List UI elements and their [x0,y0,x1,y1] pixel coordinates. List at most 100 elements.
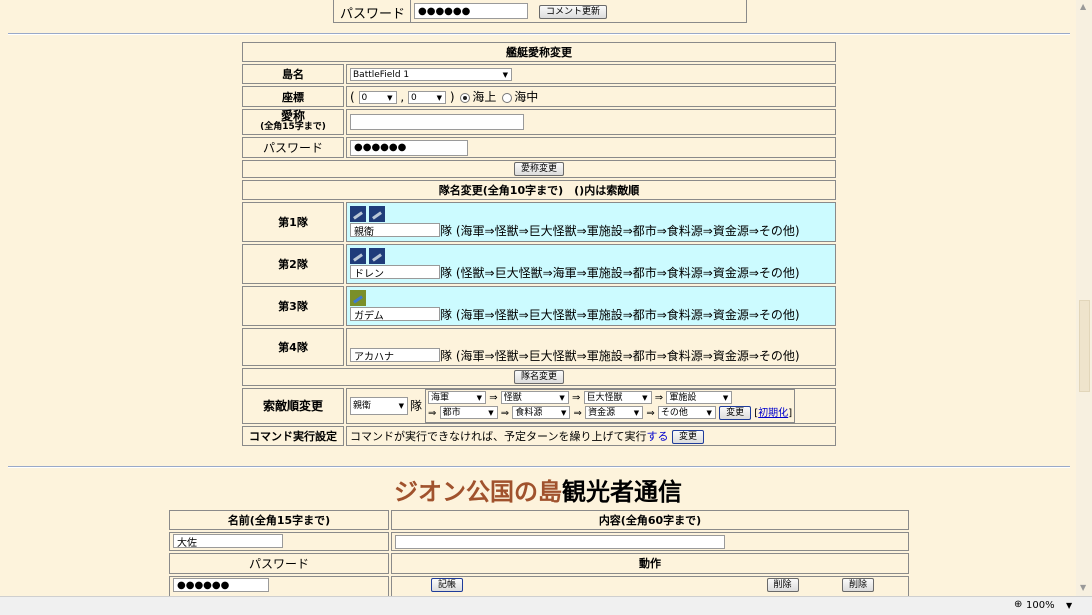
scroll-thumb[interactable] [1079,300,1090,392]
fleet-2-order: (怪獣⇒巨大怪獣⇒海軍⇒軍施設⇒都市⇒食料源⇒資金源⇒その他) [455,265,800,280]
ship-icon [350,289,366,306]
fleet-3-label: 第3隊 [242,286,344,326]
island-select[interactable]: BattleField 1 ▼ [350,67,512,81]
island-label: 島名 [242,64,344,84]
fleet-name-change-button[interactable]: 隊名変更 [513,370,564,384]
content-header: 内容(全角60字まで) [391,510,909,530]
fleet-4-name-input[interactable] [350,348,440,362]
search-order-suffix: 隊 [410,399,423,414]
coord-open-paren: ( [350,90,355,104]
tourist-password-input[interactable] [173,578,269,592]
status-bar: ⊕ 100% ▼ [0,596,1092,615]
ship-icon [350,205,366,222]
name-header: 名前(全角15字まで) [169,510,389,530]
nickname-change-button[interactable]: 愛称変更 [513,162,564,176]
fleet-3-order: (海軍⇒怪獣⇒巨大怪獣⇒軍施設⇒都市⇒食料源⇒資金源⇒その他) [455,307,800,322]
vertical-scrollbar[interactable]: ▲ ▼ [1076,0,1092,596]
rename-header: 艦艇愛称変更 [242,42,836,62]
arrow-label: ⇒ [571,392,581,404]
top-password-bar: パスワード コメント更新 [333,0,747,23]
arrow-label: ⇒ [573,407,582,419]
action-header: 動作 [391,552,909,574]
delete-button[interactable]: 削除 [766,577,799,592]
order-slot-8[interactable]: その他 ▼ [657,406,716,419]
divider-top [8,33,1070,35]
coord-x-select[interactable]: 0 ▼ [358,91,397,104]
coord-y-select[interactable]: 0 ▼ [408,91,446,104]
order-slot-2[interactable]: 怪獣 ▼ [500,391,569,404]
search-order-change-button[interactable]: 変更 [719,405,752,420]
tourist-title-island: ジオン公国の島 [394,478,562,506]
zoom-icon: ⊕ [1014,599,1023,610]
scroll-down-icon[interactable]: ▼ [1080,583,1086,592]
arrow-label: ⇒ [646,407,655,419]
radio-sea-surface[interactable] [460,92,471,103]
fleet-header: 隊名変更(全角10字まで) ()内は索敵順 [242,180,836,200]
arrow-label: ⇒ [654,392,664,404]
fleet-suffix: 隊 [440,223,453,238]
command-label: コマンド実行設定 [242,425,344,446]
delete-button-2[interactable]: 削除 [842,577,875,592]
chevron-down-icon: ▼ [436,94,442,102]
order-slot-5[interactable]: 都市 ▼ [439,406,498,419]
arrow-label: ⇒ [500,407,510,419]
tourist-form-table: 名前(全角15字まで) 内容(全角60字まで) パスワード 動作 記帳 削除 削… [167,508,911,602]
reset-close: ] [788,407,793,419]
fleet-suffix: 隊 [440,348,453,363]
order-slot-3[interactable]: 巨大怪獣 ▼ [583,391,652,404]
fleet-4-label: 第4隊 [242,328,344,366]
fleet-1-name-input[interactable] [350,223,440,237]
sea-surface-label: 海上 [472,90,497,104]
ship-icon [369,247,385,264]
rename-password-input[interactable] [350,139,468,156]
arrow-label: ⇒ [489,392,498,404]
order-slot-4[interactable]: 軍施設 ▼ [666,391,733,404]
chevron-down-icon: ▼ [387,94,393,102]
ship-icon [350,247,366,264]
top-password-input[interactable] [414,3,528,19]
order-slot-1[interactable]: 海軍 ▼ [428,391,487,404]
tourist-content-input[interactable] [395,534,725,549]
chevron-down-icon: ▼ [502,70,508,79]
fleet-suffix: 隊 [440,307,453,322]
nickname-label: 愛称 [280,109,305,123]
sign-button[interactable]: 記帳 [431,577,464,592]
fleet-1-label: 第1隊 [242,202,344,242]
tourist-name-input[interactable] [173,534,283,548]
tourist-title: ジオン公国の島観光者通信 [0,472,1076,507]
coord-label: 座標 [242,86,344,107]
fleet-4-order: (海軍⇒怪獣⇒巨大怪獣⇒軍施設⇒都市⇒食料源⇒資金源⇒その他) [455,348,800,363]
order-slot-7[interactable]: 資金源 ▼ [585,406,644,419]
command-text: コマンドが実行できなければ、予定ターンを繰り上げて実行 [350,429,647,443]
command-change-button[interactable]: 変更 [671,429,704,444]
nickname-note: (全角15字まで) [260,122,326,132]
comment-update-button[interactable]: コメント更新 [539,5,608,19]
order-slot-6[interactable]: 食料源 ▼ [512,406,571,419]
ship-icon [369,205,385,222]
fleet-management-table: 艦艇愛称変更 島名 BattleField 1 ▼ 座標 ( 0 ▼ , 0 ▼ ) … [240,40,838,448]
search-order-fleet-select[interactable]: 親衛 ▼ [350,396,408,415]
coord-separator: , [400,90,405,104]
chevron-down-icon[interactable]: ▼ [1066,601,1072,610]
divider-bottom [8,466,1070,468]
arrow-label: ⇒ [428,407,437,419]
fleet-2-name-input[interactable] [350,265,440,279]
fleet-2-label: 第2隊 [242,244,344,284]
fleet-suffix: 隊 [440,265,453,280]
coord-close-paren: ) [449,90,455,104]
nickname-input[interactable] [350,114,524,130]
reset-link[interactable]: 初期化 [758,408,788,419]
tourist-password-header: パスワード [169,552,389,574]
top-password-label: パスワード [340,7,406,22]
zoom-level[interactable]: 100% [1026,600,1055,611]
fleet-3-name-input[interactable] [350,307,440,321]
rename-password-label: パスワード [242,137,344,158]
command-link[interactable]: する [646,430,668,443]
radio-undersea[interactable] [502,92,513,103]
fleet-1-order: (海軍⇒怪獣⇒巨大怪獣⇒軍施設⇒都市⇒食料源⇒資金源⇒その他) [455,223,800,238]
tourist-title-suffix: 観光者通信 [562,478,682,506]
undersea-label: 海中 [514,90,539,104]
chevron-down-icon: ▼ [398,401,404,410]
scroll-up-icon[interactable]: ▲ [1080,2,1086,11]
search-order-label: 索敵順変更 [242,388,344,424]
